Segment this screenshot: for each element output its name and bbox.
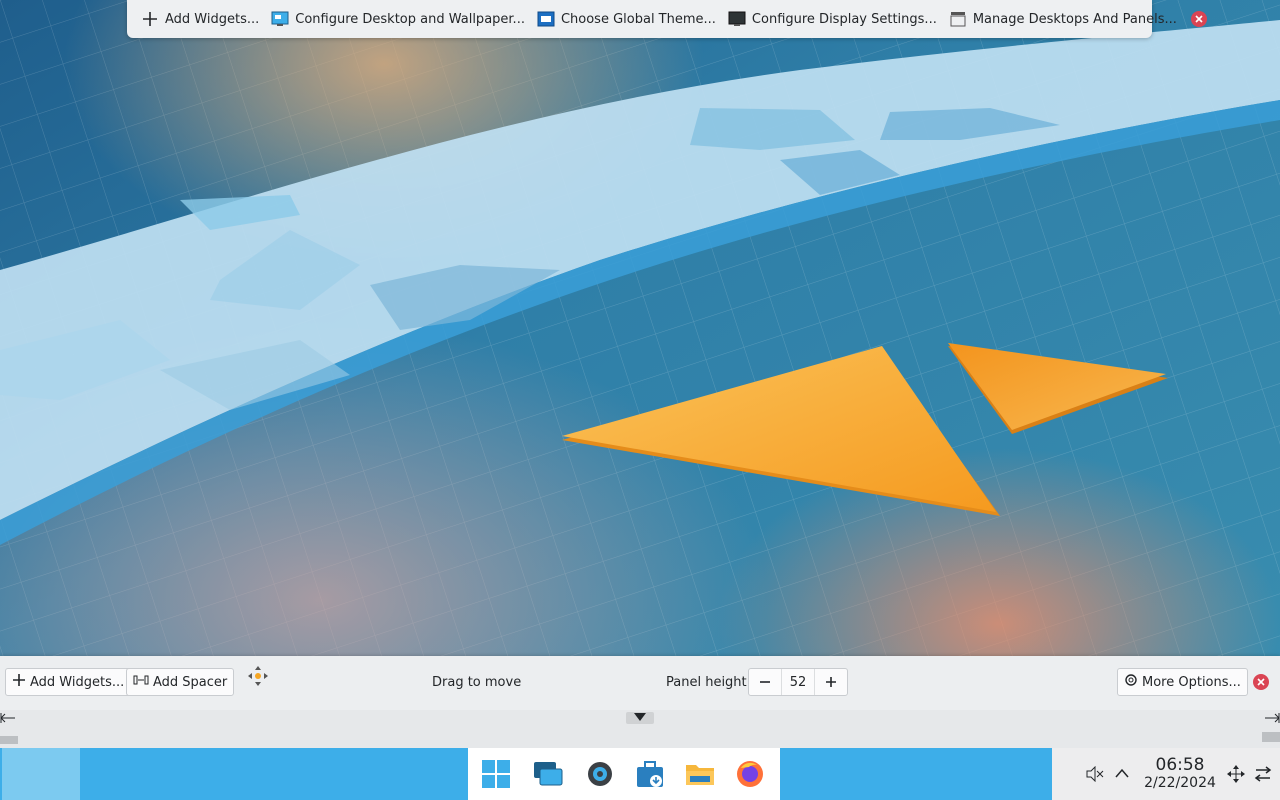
panel-height-label: Panel height: xyxy=(666,675,752,690)
display-settings-label: Configure Display Settings... xyxy=(751,11,937,27)
left-resize-arrow-icon[interactable] xyxy=(0,712,16,728)
clock-date: 2/22/2024 xyxy=(1144,775,1216,791)
system-settings-icon[interactable] xyxy=(584,758,616,790)
increase-height-button[interactable] xyxy=(814,669,847,695)
close-icon xyxy=(1257,678,1265,686)
configure-desktop-label: Configure Desktop and Wallpaper... xyxy=(295,11,525,27)
firefox-icon[interactable] xyxy=(734,758,766,790)
global-theme-label: Choose Global Theme... xyxy=(560,11,716,27)
decrease-height-button[interactable] xyxy=(749,669,782,695)
more-options-button[interactable]: More Options... xyxy=(1117,668,1248,696)
add-widgets-button[interactable]: Add Widgets... xyxy=(135,4,265,34)
plus-icon xyxy=(12,673,26,691)
theme-icon xyxy=(537,10,555,28)
gear-icon xyxy=(1124,673,1138,691)
manage-desktops-button[interactable]: Manage Desktops And Panels... xyxy=(943,4,1183,34)
chevron-up-icon[interactable] xyxy=(1114,767,1130,783)
right-resize-arrow-icon[interactable] xyxy=(1264,712,1280,728)
triangle-down-icon xyxy=(634,713,646,721)
panel-height-value[interactable]: 52 xyxy=(782,675,814,690)
drag-to-move-label: Drag to move xyxy=(432,675,522,690)
panel-edit-bar: Add Widgets... Add Spacer Drag to move P… xyxy=(0,656,1280,710)
system-tray: 06:58 2/22/2024 xyxy=(1052,748,1280,800)
spacer-icon xyxy=(133,674,149,690)
monitor-icon xyxy=(728,10,746,28)
manage-desktops-label: Manage Desktops And Panels... xyxy=(972,11,1177,27)
add-spacer-label: Add Spacer xyxy=(153,674,228,690)
panel-ruler xyxy=(0,710,1280,748)
panel-height-spinbox: 52 xyxy=(748,668,848,696)
center-offset-handle[interactable] xyxy=(626,712,654,724)
close-panel-edit-button[interactable] xyxy=(1253,674,1269,690)
file-manager-icon[interactable] xyxy=(684,758,716,790)
global-theme-button[interactable]: Choose Global Theme... xyxy=(531,4,722,34)
more-options-label: More Options... xyxy=(1142,674,1241,690)
close-icon xyxy=(1190,11,1207,27)
windows-start-icon[interactable] xyxy=(480,758,512,790)
display-settings-button[interactable]: Configure Display Settings... xyxy=(722,4,943,34)
digital-clock[interactable]: 06:58 2/22/2024 xyxy=(1140,756,1220,792)
taskbar-panel: 06:58 2/22/2024 xyxy=(0,748,1280,800)
panel-add-widgets-button[interactable]: Add Widgets... xyxy=(5,668,132,696)
desktop-edit-toolbar: Add Widgets... Configure Desktop and Wal… xyxy=(127,0,1207,38)
volume-muted-icon[interactable] xyxy=(1086,765,1104,786)
discover-store-icon[interactable] xyxy=(634,758,666,790)
panel-spacer-left xyxy=(2,748,80,800)
configure-desktop-button[interactable]: Configure Desktop and Wallpaper... xyxy=(265,4,531,34)
close-edit-mode-button[interactable] xyxy=(1185,4,1213,34)
clock-time: 06:58 xyxy=(1155,755,1205,775)
panels-icon xyxy=(949,10,967,28)
panel-add-widgets-label: Add Widgets... xyxy=(30,674,125,690)
move-panel-icon[interactable] xyxy=(1226,764,1246,788)
move-handle-icon[interactable] xyxy=(246,664,270,688)
left-min-length-handle[interactable] xyxy=(0,736,18,744)
add-widgets-label: Add Widgets... xyxy=(165,11,260,27)
right-min-length-handle[interactable] xyxy=(1262,732,1280,742)
add-spacer-button[interactable]: Add Spacer xyxy=(126,668,235,696)
panel-settings-icon[interactable] xyxy=(1254,765,1272,787)
plus-icon xyxy=(141,10,159,28)
window-overview-icon[interactable] xyxy=(532,758,564,790)
wallpaper-icon xyxy=(271,10,289,28)
